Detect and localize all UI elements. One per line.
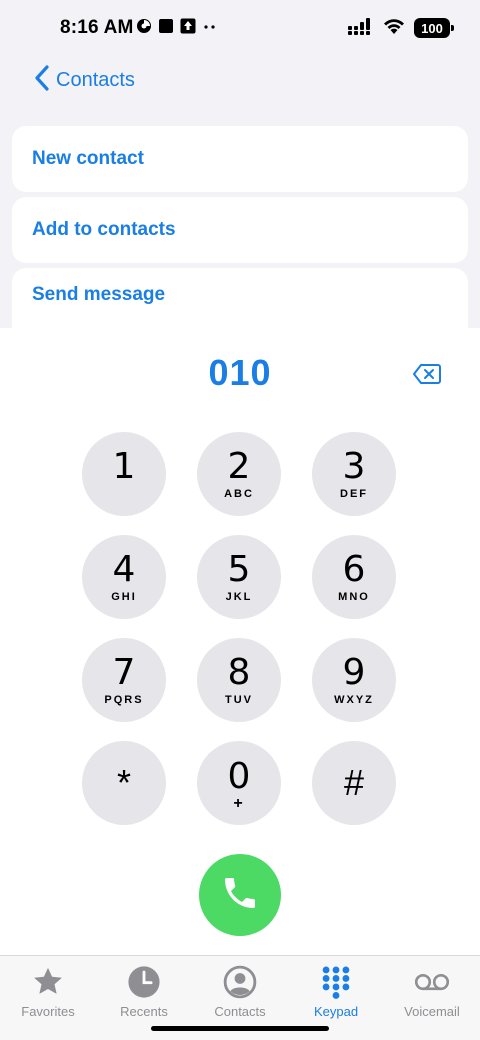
key-star[interactable]: * — [82, 741, 166, 825]
wifi-icon — [382, 17, 406, 40]
status-left-icons — [136, 18, 218, 38]
send-message-button[interactable]: Send message — [12, 268, 468, 328]
tab-label: Recents — [120, 1004, 168, 1019]
battery-icon: 100 — [414, 18, 454, 38]
key-9[interactable]: 9 WXYZ — [312, 638, 396, 722]
clock-icon — [126, 964, 162, 1000]
status-right-icons: 100 — [348, 16, 454, 40]
key-letters: JKL — [225, 590, 253, 603]
key-2[interactable]: 2 ABC — [197, 432, 281, 516]
tab-label: Favorites — [21, 1004, 75, 1019]
stop-icon — [158, 18, 174, 39]
backspace-button[interactable] — [412, 362, 442, 386]
key-letters: GHI — [111, 590, 137, 603]
battery-level: 100 — [421, 20, 443, 36]
key-0[interactable]: 0 + — [197, 741, 281, 825]
back-label: Contacts — [56, 68, 135, 91]
status-bar: 8:16 AM 100 — [0, 0, 480, 56]
key-digit: 8 — [227, 651, 251, 693]
key-digit: * — [116, 762, 131, 803]
back-button[interactable]: Contacts — [34, 64, 135, 96]
key-letters: ABC — [224, 487, 254, 500]
tab-label: Keypad — [313, 1004, 359, 1019]
key-digit: 5 — [227, 548, 251, 590]
key-digit: 2 — [227, 445, 251, 487]
key-digit: 4 — [112, 548, 136, 590]
star-icon — [30, 964, 66, 1000]
signal-icon — [348, 17, 374, 40]
key-letters: DEF — [340, 487, 368, 500]
key-digit: 0 — [227, 756, 251, 797]
phone-icon — [220, 873, 260, 918]
key-letters: MNO — [338, 590, 370, 603]
key-6[interactable]: 6 MNO — [312, 535, 396, 619]
more-dots-icon — [202, 18, 218, 39]
key-hash[interactable]: # — [312, 741, 396, 825]
add-to-contacts-label: Add to contacts — [32, 219, 176, 240]
keypad: 1 2 ABC 3 DEF 4 GHI 5 JKL 6 MNO 7 PQRS 8… — [82, 432, 398, 825]
key-3[interactable]: 3 DEF — [312, 432, 396, 516]
tab-favorites[interactable]: Favorites — [0, 956, 96, 1040]
data-saver-icon — [136, 18, 152, 39]
key-8[interactable]: 8 TUV — [197, 638, 281, 722]
add-to-contacts-button[interactable]: Add to contacts — [12, 197, 468, 263]
key-4[interactable]: 4 GHI — [82, 535, 166, 619]
keypad-icon — [318, 964, 354, 1000]
home-indicator — [151, 1026, 329, 1031]
upload-icon — [180, 18, 196, 39]
key-letters: PQRS — [104, 693, 144, 706]
send-message-label: Send message — [32, 284, 166, 305]
key-digit: # — [343, 762, 365, 803]
key-letters: TUV — [225, 693, 253, 706]
delete-backward-icon — [412, 364, 442, 390]
key-digit: 7 — [112, 651, 136, 693]
key-5[interactable]: 5 JKL — [197, 535, 281, 619]
key-letters: + — [233, 795, 245, 812]
tab-label: Voicemail — [404, 1004, 460, 1019]
status-time: 8:16 AM — [60, 17, 134, 38]
key-1[interactable]: 1 — [82, 432, 166, 516]
dialed-number: 010 — [208, 352, 272, 393]
call-button[interactable] — [199, 854, 281, 936]
key-digit: 6 — [342, 548, 366, 590]
key-digit: 3 — [342, 445, 366, 487]
key-7[interactable]: 7 PQRS — [82, 638, 166, 722]
new-contact-label: New contact — [32, 148, 144, 169]
new-contact-button[interactable]: New contact — [12, 126, 468, 192]
tab-voicemail[interactable]: Voicemail — [384, 956, 480, 1040]
person-circle-icon — [222, 964, 258, 1000]
key-letters: WXYZ — [334, 693, 374, 706]
tab-label: Contacts — [214, 1004, 266, 1019]
voicemail-icon — [414, 964, 450, 1000]
key-digit: 1 — [112, 445, 136, 487]
key-digit: 9 — [342, 651, 366, 693]
chevron-left-icon — [34, 64, 50, 97]
